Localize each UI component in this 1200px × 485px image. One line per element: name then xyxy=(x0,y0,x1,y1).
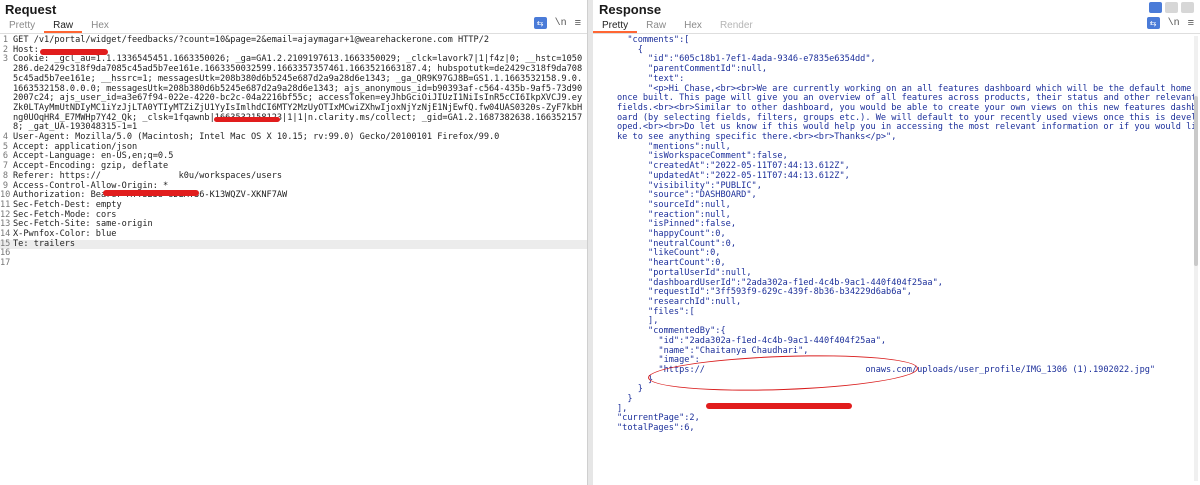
line-number xyxy=(593,65,607,75)
line-number xyxy=(593,259,607,269)
tab-render[interactable]: Render xyxy=(711,20,762,33)
line-number xyxy=(593,405,607,415)
line-number xyxy=(593,395,607,405)
line-number xyxy=(593,298,607,308)
line-number: 3 xyxy=(2,54,8,65)
newline-toggle[interactable]: \n xyxy=(555,18,567,29)
layout-switcher xyxy=(1149,2,1194,13)
tab-hex[interactable]: Hex xyxy=(675,20,711,33)
line-number xyxy=(593,288,607,298)
tab-pretty[interactable]: Pretty xyxy=(593,20,638,33)
response-line-text: "currentPage":2, xyxy=(617,413,700,424)
redaction-image-url xyxy=(706,403,852,409)
line-number xyxy=(593,172,607,182)
response-tabs: Pretty Raw Hex Render xyxy=(593,19,1200,34)
response-editor[interactable]: "comments":[ { "id":"605c18b1-7ef1-4ada-… xyxy=(593,35,1200,485)
response-line-text: "<p>Hi Chase,<br><br>We are currently wo… xyxy=(617,83,1197,143)
tab-raw[interactable]: Raw xyxy=(44,20,83,33)
line-number xyxy=(593,240,607,250)
tab-hex[interactable]: Hex xyxy=(82,20,118,33)
line-number xyxy=(593,308,607,318)
request-toolbar: ⇆ \n ≡ xyxy=(533,17,581,29)
line-number xyxy=(593,385,607,395)
line-number xyxy=(593,424,607,434)
request-line: 17 xyxy=(0,258,587,269)
response-title: Response xyxy=(599,2,662,17)
request-line: 14 X-Pwnfox-Color: blue xyxy=(0,229,587,240)
request-line: 16 xyxy=(0,249,587,259)
response-line: "totalPages":6, xyxy=(593,423,1200,434)
response-line-text: "parentCommentId":null, xyxy=(617,64,768,75)
line-number xyxy=(593,347,607,357)
line-number xyxy=(593,366,607,376)
response-line-text: "researchId":null, xyxy=(617,296,742,307)
request-line: 15 Te: trailers xyxy=(0,238,587,250)
request-panel: Request Pretty Raw Hex ⇆ \n ≡ 1 GET /v1/p… xyxy=(0,0,588,485)
response-line-text: } xyxy=(617,394,633,405)
line-number xyxy=(593,182,607,192)
request-editor[interactable]: 1 GET /v1/portal/widget/feedbacks/?count=… xyxy=(0,35,587,485)
response-line: "parentCommentId":null, xyxy=(593,64,1200,75)
request-tabs: Pretty Raw Hex xyxy=(0,19,587,34)
split-vertical-icon[interactable] xyxy=(1165,2,1178,13)
redaction-host xyxy=(40,49,108,55)
line-number xyxy=(593,46,607,56)
tab-pretty[interactable]: Pretty xyxy=(0,20,44,33)
single-pane-icon[interactable] xyxy=(1181,2,1194,13)
tab-raw[interactable]: Raw xyxy=(637,20,675,33)
menu-icon[interactable]: ≡ xyxy=(1188,18,1194,29)
response-line: "files":[ xyxy=(593,306,1200,318)
line-number xyxy=(593,152,607,162)
request-line-text xyxy=(11,249,587,259)
response-line: "comments":[ xyxy=(593,35,1200,46)
line-number xyxy=(593,230,607,240)
line-number xyxy=(593,279,607,289)
response-line-text: "comments":[ xyxy=(617,35,690,45)
line-number xyxy=(593,376,607,386)
line-number xyxy=(593,55,607,65)
request-line-text: GET /v1/portal/widget/feedbacks/?count=1… xyxy=(13,35,489,45)
redaction-referer xyxy=(103,190,199,196)
split-horizontal-icon[interactable] xyxy=(1149,2,1162,13)
line-number xyxy=(593,85,607,143)
line-number xyxy=(593,249,607,259)
line-number xyxy=(593,337,607,347)
line-number xyxy=(593,162,607,172)
line-number xyxy=(593,220,607,230)
response-line-text: "files":[ xyxy=(617,306,695,317)
wrap-toggle-icon[interactable]: ⇆ xyxy=(1146,17,1160,29)
line-number xyxy=(593,191,607,201)
line-number xyxy=(593,414,607,424)
line-number xyxy=(593,36,607,46)
request-line-text: X-Pwnfox-Color: blue xyxy=(13,229,117,240)
wrap-toggle-icon[interactable]: ⇆ xyxy=(533,17,547,29)
request-line-text xyxy=(11,259,587,269)
request-line-text: Te: trailers xyxy=(13,238,76,249)
newline-toggle[interactable]: \n xyxy=(1168,18,1180,29)
line-number xyxy=(593,75,607,85)
line-number xyxy=(593,327,607,337)
response-panel: Response Pretty Raw Hex Render ⇆ \n ≡ "c… xyxy=(593,0,1200,485)
line-number xyxy=(593,201,607,211)
scrollbar-thumb[interactable] xyxy=(1194,96,1198,266)
response-line: "<p>Hi Chase,<br><br>We are currently wo… xyxy=(593,83,1200,143)
line-number xyxy=(593,269,607,279)
line-number xyxy=(593,356,607,366)
response-line: } xyxy=(593,394,1200,405)
response-toolbar: ⇆ \n ≡ xyxy=(1146,17,1194,29)
menu-icon[interactable]: ≡ xyxy=(575,18,581,29)
line-number xyxy=(593,143,607,153)
request-line: 3 Cookie: _gcl_au=1.1.1336545451.16633500… xyxy=(0,55,587,133)
line-number: 17 xyxy=(0,258,11,269)
response-scrollbar[interactable] xyxy=(1194,36,1198,481)
redaction-token xyxy=(214,117,280,122)
request-title: Request xyxy=(5,2,57,17)
line-number xyxy=(593,211,607,221)
request-line: 1 GET /v1/portal/widget/feedbacks/?count=… xyxy=(0,35,587,46)
response-line-text: "totalPages":6, xyxy=(617,423,695,434)
line-number xyxy=(593,317,607,327)
request-line-text: Cookie: _gcl_au=1.1.1336545451.166335002… xyxy=(13,54,583,133)
